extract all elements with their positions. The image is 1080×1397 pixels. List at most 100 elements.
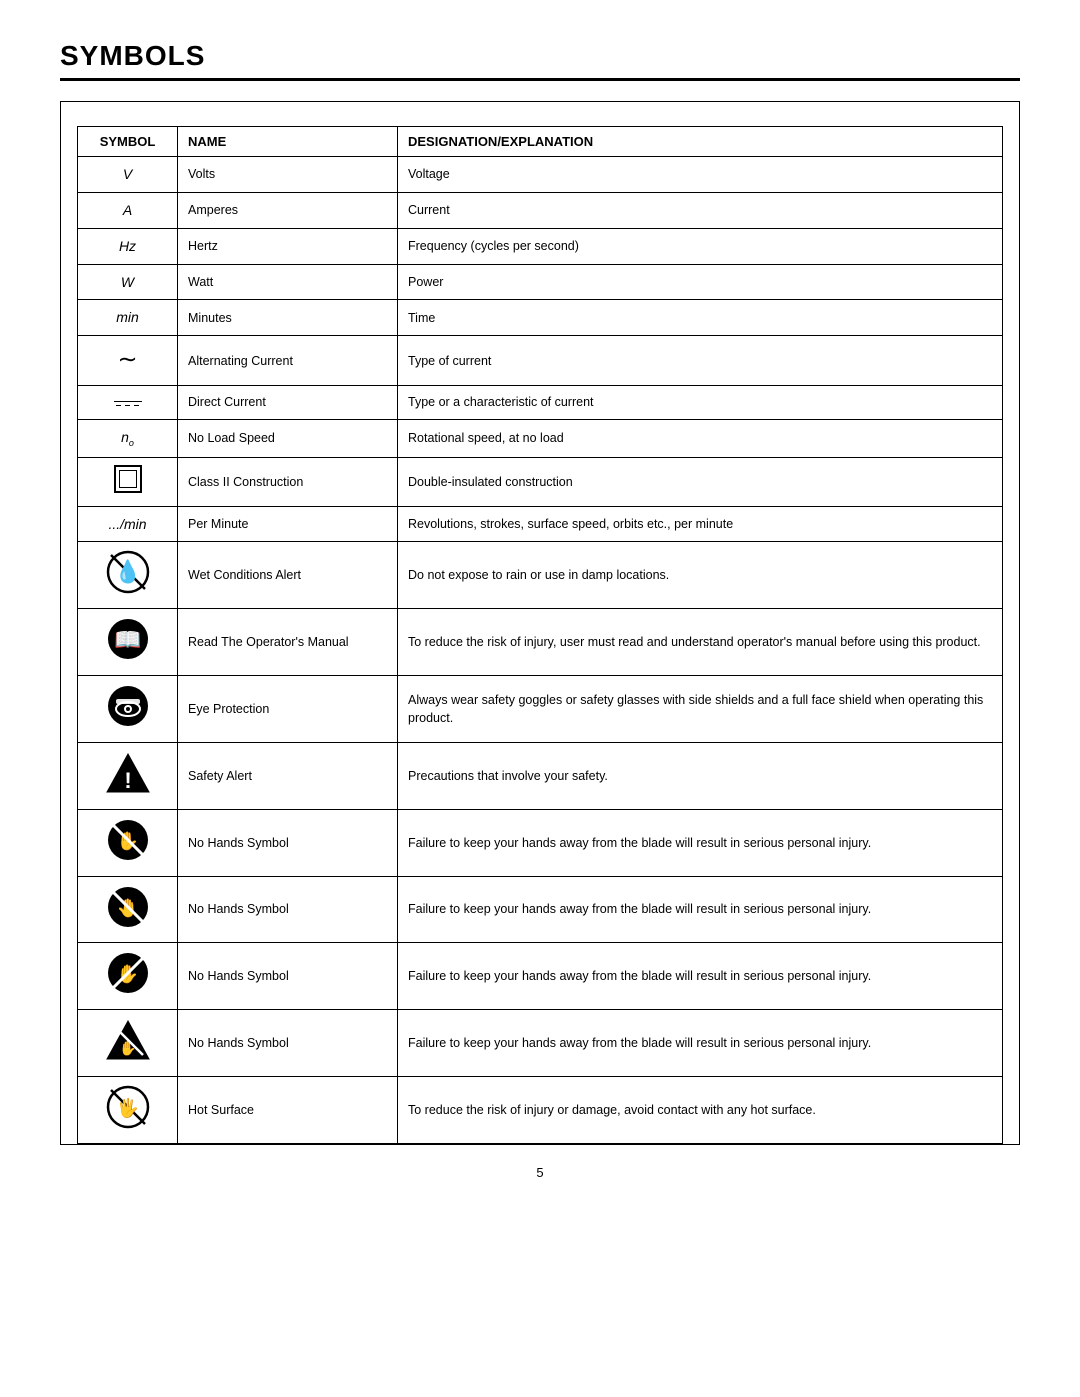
table-header-row: SYMBOL NAME DESIGNATION/EXPLANATION [78, 127, 1003, 157]
read-manual-icon: 📖 [105, 616, 151, 662]
svg-text:📖: 📖 [114, 627, 141, 652]
name-cell: Alternating Current [178, 336, 398, 386]
symbol-text: A [123, 202, 132, 218]
symbol-cell: ✋ [78, 809, 178, 876]
symbol-cell [78, 457, 178, 506]
symbol-cell: Hz [78, 228, 178, 264]
page-number: 5 [60, 1165, 1020, 1180]
name-cell: No Hands Symbol [178, 809, 398, 876]
no-load-symbol: no [121, 429, 134, 445]
symbol-cell: .../min [78, 506, 178, 542]
symbol-cell [78, 386, 178, 420]
symbol-cell: 💧 [78, 542, 178, 609]
safety-alert-icon: ! [105, 750, 151, 796]
name-cell: Read The Operator's Manual [178, 609, 398, 676]
table-row: Eye ProtectionAlways wear safety goggles… [78, 676, 1003, 743]
explanation-cell: Type or a characteristic of current [398, 386, 1003, 420]
explanation-cell: To reduce the risk of injury or damage, … [398, 1077, 1003, 1144]
explanation-cell: Current [398, 192, 1003, 228]
table-row: ! Safety AlertPrecautions that involve y… [78, 742, 1003, 809]
table-row: A AmperesCurrent [78, 192, 1003, 228]
table-row: .../minPer MinuteRevolutions, strokes, s… [78, 506, 1003, 542]
table-row: ✋ No Hands SymbolFailure to keep your ha… [78, 809, 1003, 876]
symbol-cell: no [78, 419, 178, 457]
symbol-text: min [116, 309, 139, 325]
explanation-cell: Do not expose to rain or use in damp loc… [398, 542, 1003, 609]
title-rule [60, 78, 1020, 81]
symbol-text: V [123, 166, 132, 182]
name-cell: Hertz [178, 228, 398, 264]
no-hands-3-icon: ✋ [105, 950, 151, 996]
explanation-cell: Failure to keep your hands away from the… [398, 876, 1003, 943]
symbol-cell: V [78, 157, 178, 193]
symbol-cell: W [78, 264, 178, 300]
wet-conditions-icon: 💧 [105, 549, 151, 595]
page-title: SYMBOLS [60, 40, 1020, 72]
symbol-cell: ∼ [78, 336, 178, 386]
explanation-cell: Power [398, 264, 1003, 300]
svg-text:💧: 💧 [114, 559, 141, 584]
explanation-cell: To reduce the risk of injury, user must … [398, 609, 1003, 676]
name-cell: Per Minute [178, 506, 398, 542]
ac-symbol: ∼ [117, 346, 137, 373]
table-row: Direct CurrentType or a characteristic o… [78, 386, 1003, 420]
dc-symbol [114, 401, 142, 409]
no-hands-4-icon: ✋ [105, 1017, 151, 1063]
table-row: ✋ No Hands SymbolFailure to keep your ha… [78, 1010, 1003, 1077]
explanation-cell: Precautions that involve your safety. [398, 742, 1003, 809]
explanation-cell: Failure to keep your hands away from the… [398, 809, 1003, 876]
svg-text:!: ! [124, 768, 131, 793]
content-box: SYMBOL NAME DESIGNATION/EXPLANATION V Vol… [60, 101, 1020, 1145]
table-row: 🖐 Hot SurfaceTo reduce the risk of injur… [78, 1077, 1003, 1144]
explanation-cell: Failure to keep your hands away from the… [398, 1010, 1003, 1077]
symbol-cell: 📖 [78, 609, 178, 676]
table-row: Class II ConstructionDouble-insulated co… [78, 457, 1003, 506]
name-cell: Amperes [178, 192, 398, 228]
symbol-cell: ✋ [78, 943, 178, 1010]
col-explanation: DESIGNATION/EXPLANATION [398, 127, 1003, 157]
table-row: ✋ No Hands SymbolFailure to keep your ha… [78, 943, 1003, 1010]
name-cell: Class II Construction [178, 457, 398, 506]
no-hands-2-icon: 🤚 [105, 884, 151, 930]
svg-text:✋: ✋ [119, 1040, 136, 1056]
table-row: V VoltsVoltage [78, 157, 1003, 193]
symbol-cell: min [78, 300, 178, 336]
name-cell: Safety Alert [178, 742, 398, 809]
name-cell: No Load Speed [178, 419, 398, 457]
svg-text:🖐: 🖐 [116, 1097, 138, 1120]
symbol-text: W [121, 274, 134, 290]
name-cell: No Hands Symbol [178, 876, 398, 943]
name-cell: No Hands Symbol [178, 1010, 398, 1077]
symbol-cell [78, 676, 178, 743]
explanation-cell: Always wear safety goggles or safety gla… [398, 676, 1003, 743]
eye-protection-icon [105, 683, 151, 729]
symbol-cell: ! [78, 742, 178, 809]
table-row: noNo Load SpeedRotational speed, at no l… [78, 419, 1003, 457]
explanation-cell: Time [398, 300, 1003, 336]
symbol-cell: ✋ [78, 1010, 178, 1077]
name-cell: Hot Surface [178, 1077, 398, 1144]
table-row: HzHertzFrequency (cycles per second) [78, 228, 1003, 264]
hot-surface-icon: 🖐 [105, 1084, 151, 1130]
symbol-cell: A [78, 192, 178, 228]
col-name: NAME [178, 127, 398, 157]
explanation-cell: Frequency (cycles per second) [398, 228, 1003, 264]
table-row: minMinutesTime [78, 300, 1003, 336]
table-row: ∼Alternating CurrentType of current [78, 336, 1003, 386]
symbols-table: SYMBOL NAME DESIGNATION/EXPLANATION V Vol… [77, 126, 1003, 1144]
table-row: 🤚 No Hands SymbolFailure to keep your ha… [78, 876, 1003, 943]
symbol-cell: 🤚 [78, 876, 178, 943]
name-cell: Wet Conditions Alert [178, 542, 398, 609]
symbol-text: .../min [108, 516, 146, 532]
explanation-cell: Double-insulated construction [398, 457, 1003, 506]
name-cell: No Hands Symbol [178, 943, 398, 1010]
explanation-cell: Voltage [398, 157, 1003, 193]
symbol-cell: 🖐 [78, 1077, 178, 1144]
explanation-cell: Failure to keep your hands away from the… [398, 943, 1003, 1010]
name-cell: Volts [178, 157, 398, 193]
table-row: 💧 Wet Conditions AlertDo not expose to r… [78, 542, 1003, 609]
name-cell: Watt [178, 264, 398, 300]
no-hands-1-icon: ✋ [105, 817, 151, 863]
name-cell: Eye Protection [178, 676, 398, 743]
class2-symbol [114, 465, 142, 493]
